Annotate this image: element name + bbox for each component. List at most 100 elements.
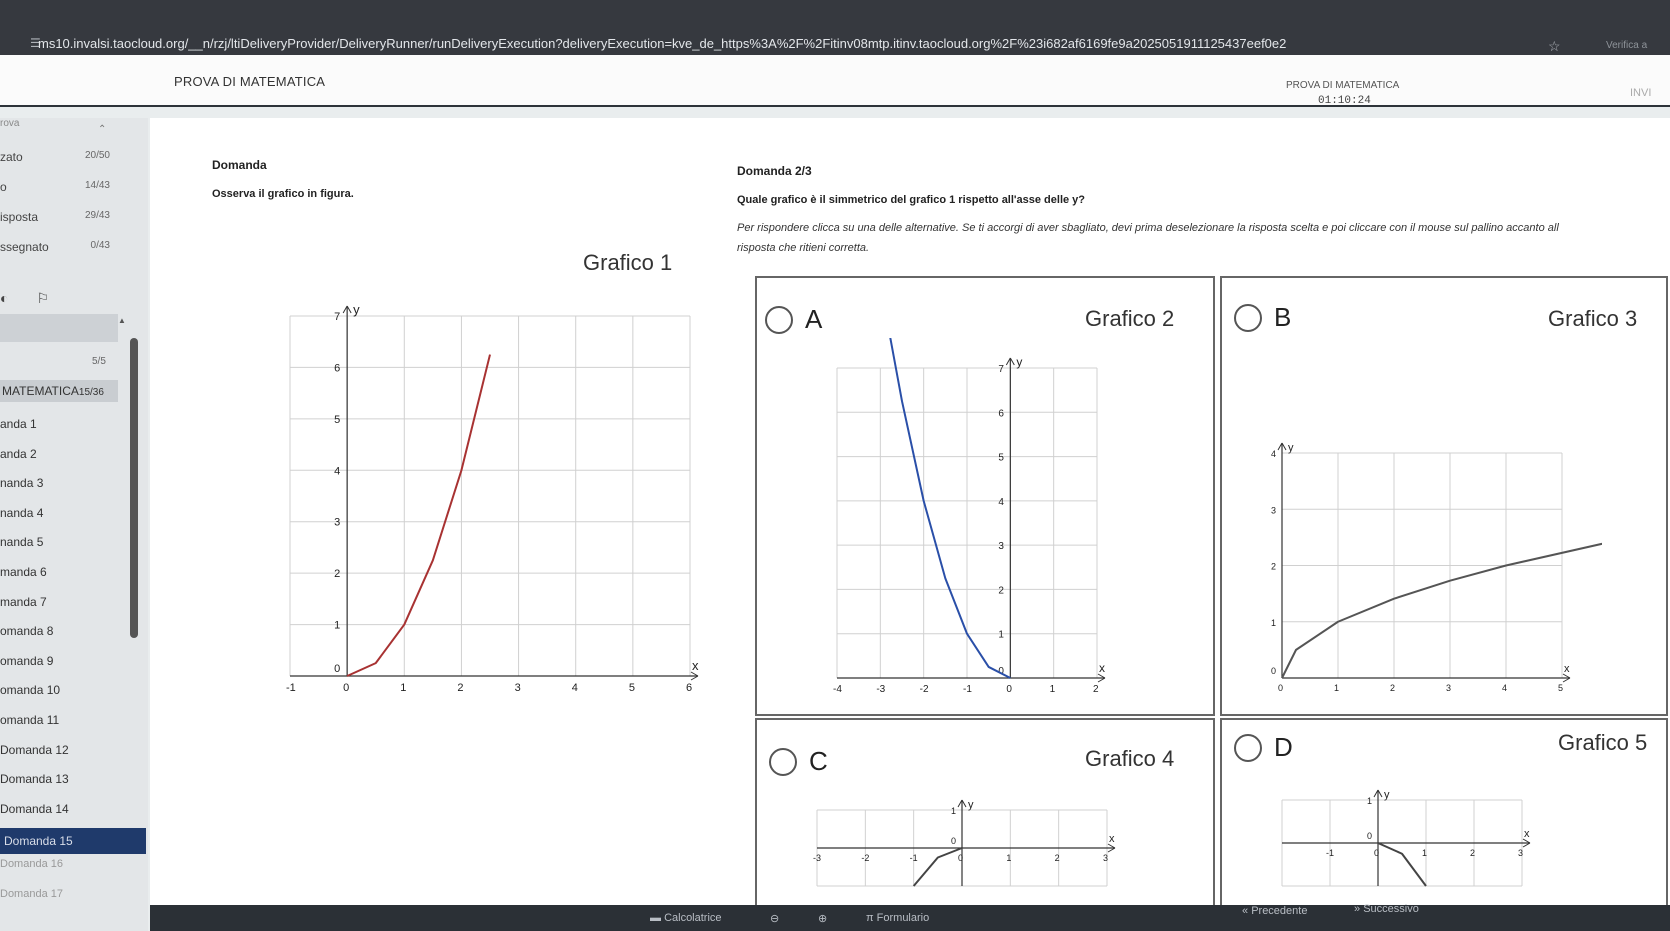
x-axis-label: x [1099, 661, 1105, 675]
option-d-letter: D [1274, 732, 1293, 762]
x-tick-label: -3 [813, 853, 821, 863]
extension-label[interactable]: Verifica a [1606, 40, 1647, 51]
question-item[interactable]: Domanda 16 [0, 854, 146, 884]
question-item[interactable]: omanda 9 [0, 651, 146, 681]
chevron-up-icon[interactable]: ⌃ [98, 124, 106, 135]
x-tick-label: 1 [1422, 848, 1427, 858]
graph-3: x y 0 1 2 3 4 5 0 1 2 3 4 [1271, 442, 1602, 693]
section-count: 5/5 [92, 356, 106, 367]
question-item[interactable]: Domanda 14 [0, 799, 146, 829]
question-item[interactable]: omanda 11 [0, 710, 146, 740]
option-d[interactable]: D Grafico 5 x y -1 0 1 2 3 0 1 [1220, 718, 1668, 918]
flag-icon[interactable]: ⚐ [36, 290, 49, 306]
previous-icon: « [1242, 905, 1252, 917]
y-tick-label: 1 [1271, 618, 1276, 628]
instructions-line-1: Per rispondere clicca su una delle alter… [737, 222, 1559, 234]
y-tick-label: 0 [1367, 831, 1372, 841]
calculator-button[interactable]: ▬ Calcolatrice [650, 912, 722, 924]
option-c[interactable]: C Grafico 4 x y -3 -2 -1 0 1 2 3 0 1 [755, 718, 1215, 918]
option-b-graph-title: Grafico 3 [1548, 306, 1638, 331]
option-a[interactable]: A Grafico 2 x y -4 -3 -2 -1 0 1 2 0 1 2 3 4 5 6 7 [755, 276, 1215, 716]
next-button[interactable]: » Successivo [1354, 903, 1419, 915]
option-d-radio[interactable] [1234, 734, 1262, 762]
x-tick-label: -2 [861, 853, 869, 863]
option-b[interactable]: B Grafico 3 x y 0 1 2 3 4 5 0 1 2 3 4 [1220, 276, 1668, 716]
question-item[interactable]: omanda 8 [0, 621, 146, 651]
url-field[interactable]: ms10.invalsi.taocloud.org/__n/rzj/ltiDel… [38, 36, 1378, 51]
x-tick-label: 0 [1278, 683, 1283, 693]
x-tick-label: 2 [1470, 848, 1475, 858]
question-item[interactable]: Domanda 13 [0, 769, 146, 799]
y-tick-label: 2 [334, 568, 340, 580]
series-line [1377, 842, 1427, 887]
x-tick-label: 2 [1093, 684, 1099, 695]
y-tick-label: 7 [998, 364, 1004, 375]
stat-viewed: zato 20/50 [0, 150, 110, 164]
filter-all-icon[interactable]: ◐ [0, 290, 8, 306]
question-item[interactable]: manda 6 [0, 562, 146, 592]
question-item[interactable]: omanda 10 [0, 680, 146, 710]
series-line [1281, 542, 1602, 679]
previous-button[interactable]: « Precedente [1242, 905, 1307, 917]
x-tick-label: 0 [1006, 684, 1012, 695]
x-tick-label: 3 [515, 682, 521, 694]
y-tick-label: 2 [998, 585, 1004, 596]
stat-unanswered: isposta 29/43 [0, 210, 110, 224]
question-prompt: Quale grafico è il simmetrico del grafic… [737, 194, 1086, 206]
scroll-up-icon[interactable]: ▲ [118, 316, 126, 325]
y-tick-label: 7 [334, 311, 340, 323]
graph-4: x y -3 -2 -1 0 1 2 3 0 1 [813, 799, 1116, 887]
navigator-scrollbar[interactable] [130, 338, 138, 638]
graph-1: x y -1 0 1 2 3 4 5 6 0 1 2 3 4 5 6 7 [286, 302, 699, 694]
question-item[interactable]: nanda 5 [0, 532, 146, 562]
pi-icon: π [866, 912, 877, 924]
question-item[interactable]: nanda 4 [0, 503, 146, 533]
bookmark-star-icon[interactable]: ☆ [1548, 38, 1561, 55]
x-tick-label: 1 [1334, 683, 1339, 693]
y-tick-label: 0 [951, 836, 956, 846]
x-tick-label: 1 [1050, 684, 1056, 695]
y-tick-label: 4 [998, 497, 1004, 508]
y-axis-label: y [1288, 442, 1294, 454]
x-tick-label: 0 [958, 853, 963, 863]
question-item[interactable]: nanda 3 [0, 473, 146, 503]
y-tick-label: 1 [334, 620, 340, 632]
section-matematica[interactable]: MATEMATICA15/36 [0, 380, 118, 402]
question-item[interactable]: anda 1 [0, 414, 146, 444]
x-tick-label: -1 [1326, 848, 1334, 858]
question-item-current[interactable]: Domanda 15 [0, 828, 146, 855]
option-b-radio[interactable] [1234, 304, 1262, 332]
zoom-out-icon[interactable]: ⊖ [770, 912, 779, 925]
series-line [912, 847, 963, 887]
stat-flagged: ssegnato 0/43 [0, 240, 110, 254]
navigator-filters: ◐ ⚐ [0, 290, 77, 307]
graph-5: x y -1 0 1 2 3 0 1 [1281, 789, 1531, 887]
question-item[interactable]: Domanda 17 [0, 884, 146, 914]
submit-button[interactable]: INVI [1630, 87, 1651, 99]
x-tick-label: 5 [629, 682, 635, 694]
option-a-radio[interactable] [765, 306, 793, 334]
question-content: Domanda Osserva il grafico in figura. Gr… [150, 118, 1670, 918]
x-tick-label: 2 [457, 682, 463, 694]
x-tick-label: 4 [572, 682, 578, 694]
graph-2: xy-4 -3 -2 -1 0 1 201234567 [833, 338, 1106, 695]
option-c-graph-title: Grafico 4 [1085, 746, 1175, 771]
zoom-in-icon[interactable]: ⊕ [818, 912, 827, 925]
y-axis-label: y [1384, 789, 1390, 801]
bottom-toolbar: ▬ Calcolatrice ⊖ ⊕ π Formulario « Preced… [150, 903, 1670, 931]
test-header: PROVA DI MATEMATICA PROVA DI MATEMATICA … [0, 55, 1670, 107]
x-tick-label: 1 [1006, 853, 1011, 863]
x-tick-label: 0 [343, 682, 349, 694]
question-item[interactable]: Domanda 12 [0, 740, 146, 770]
next-icon: » [1354, 903, 1364, 915]
x-tick-label: -1 [286, 682, 296, 694]
x-tick-label: -2 [920, 684, 929, 695]
question-item[interactable]: manda 7 [0, 592, 146, 622]
question-stimulus: Osserva il grafico in figura. [212, 188, 354, 200]
formulary-button[interactable]: π Formulario [866, 912, 929, 924]
question-item[interactable]: anda 2 [0, 444, 146, 474]
option-a-graph-title: Grafico 2 [1085, 306, 1175, 331]
series-line [346, 354, 491, 677]
y-tick-label: 3 [998, 541, 1004, 552]
section-header[interactable] [0, 314, 118, 342]
